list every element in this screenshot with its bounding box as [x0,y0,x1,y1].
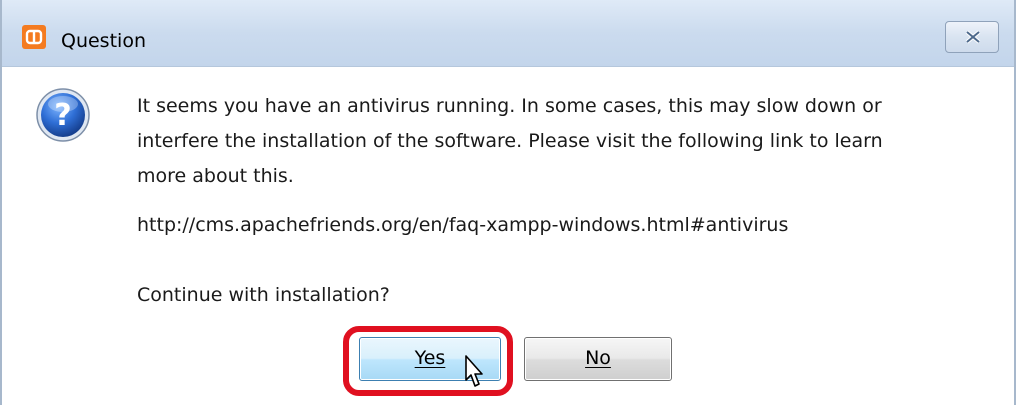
dialog-message: It seems you have an antivirus running. … [137,95,883,187]
mouse-cursor-icon [465,355,483,387]
close-button[interactable] [945,21,999,53]
faq-link-text: http://cms.apachefriends.org/en/faq-xamp… [137,214,789,236]
window-title: Question [61,30,146,52]
dialog-window: Question ? It seems you have an antiviru… [0,0,1016,405]
title-bar[interactable]: Question [2,0,1014,67]
xampp-icon [22,25,46,49]
close-icon [965,30,981,44]
continue-prompt: Continue with installation? [137,284,390,306]
no-button[interactable]: No [524,337,672,381]
svg-text:?: ? [54,98,71,133]
dialog-content: ? It seems you have an antivirus running… [2,67,1014,405]
question-icon: ? [36,88,90,142]
